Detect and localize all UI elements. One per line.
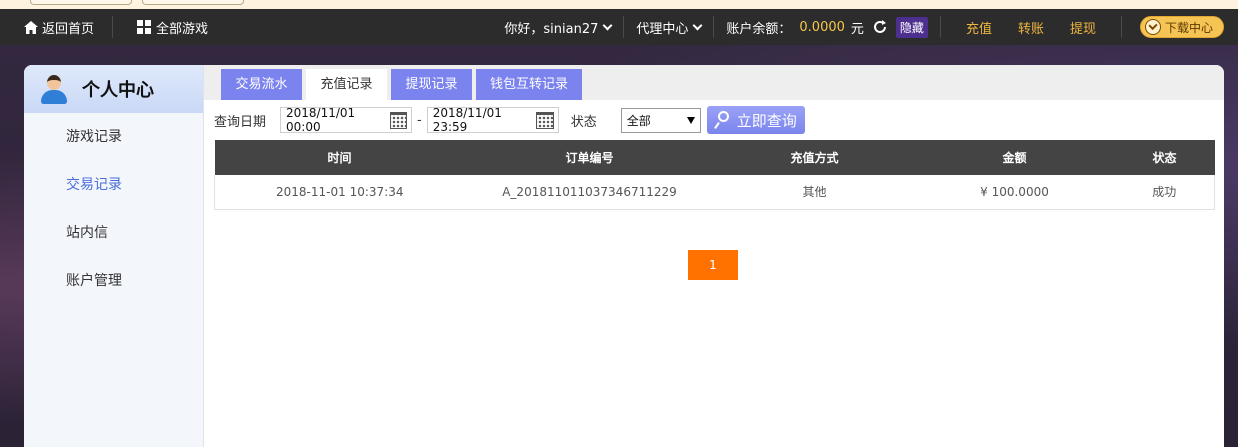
hide-balance-button[interactable]: 隐藏 (895, 16, 928, 38)
transfer-link[interactable]: 转账 (1018, 18, 1044, 37)
page-button-current[interactable]: 1 (688, 250, 738, 280)
date-label: 查询日期 (214, 114, 267, 130)
dropdown-arrow-icon (686, 116, 695, 124)
query-button-label: 立即查询 (736, 111, 797, 130)
download-center-button[interactable]: 下载中心 (1139, 16, 1224, 38)
top-strip-tab (142, 0, 244, 5)
refresh-icon[interactable] (872, 19, 888, 35)
divider (713, 16, 715, 38)
withdraw-link[interactable]: 提现 (1070, 18, 1096, 37)
balance-display: 账户余额： 0.0000 元 隐藏 (726, 16, 928, 38)
search-icon (715, 111, 731, 129)
recharge-link[interactable]: 充值 (966, 18, 992, 37)
tab-withdraw-records[interactable]: 提现记录 (391, 69, 472, 100)
divider (1120, 16, 1122, 38)
tab-transaction-flow[interactable]: 交易流水 (221, 69, 302, 100)
table-header-row: 时间 订单编号 充值方式 金额 状态 (214, 140, 1215, 175)
pagination: 1 (688, 250, 738, 280)
all-games-label: 全部游戏 (156, 21, 209, 37)
top-strip (0, 0, 1238, 9)
sidebar-item-transaction-records[interactable]: 交易记录 (24, 161, 203, 209)
home-link-label: 返回首页 (42, 21, 95, 37)
table-row: 2018-11-01 10:37:34 A_201811011037346711… (214, 175, 1215, 210)
sidebar-title: 个人中心 (82, 80, 154, 101)
sidebar-item-messages[interactable]: 站内信 (24, 209, 203, 257)
filter-bar: 查询日期 2018/11/01 00:00 - 2018/11/01 23:59… (214, 105, 1214, 135)
agent-center-label: 代理中心 (636, 21, 689, 37)
date-separator: - (417, 112, 422, 128)
sidebar: 个人中心 游戏记录 交易记录 站内信 账户管理 (24, 65, 204, 447)
calendar-icon[interactable] (389, 111, 408, 129)
end-date-input[interactable]: 2018/11/01 23:59 (426, 106, 559, 134)
download-icon (1144, 19, 1161, 35)
status-select-value: 全部 (626, 113, 651, 128)
sidebar-item-game-records[interactable]: 游戏记录 (24, 113, 203, 161)
start-date-input[interactable]: 2018/11/01 00:00 (280, 106, 413, 134)
cell-amount: ¥ 100.0000 (914, 175, 1115, 210)
divider (112, 16, 114, 38)
grid-icon (137, 20, 152, 34)
cell-recharge-method: 其他 (714, 175, 915, 210)
records-table: 时间 订单编号 充值方式 金额 状态 2018-11-01 10:37:34 A… (214, 140, 1215, 210)
column-header-order-number: 订单编号 (464, 140, 715, 175)
balance-unit: 元 (850, 21, 864, 37)
cell-status: 成功 (1114, 175, 1215, 210)
start-date-value: 2018/11/01 00:00 (286, 106, 356, 134)
tab-bar: 交易流水 充值记录 提现记录 钱包互转记录 (204, 65, 1224, 100)
user-avatar-icon (40, 74, 68, 104)
cell-order-number: A_201811011037346711229 (464, 175, 715, 210)
query-button[interactable]: 立即查询 (706, 106, 805, 134)
column-header-status: 状态 (1114, 140, 1215, 175)
balance-amount: 0.0000 (799, 19, 845, 35)
sidebar-item-account-management[interactable]: 账户管理 (24, 257, 203, 305)
tab-recharge-records[interactable]: 充值记录 (306, 69, 387, 100)
balance-label: 账户余额： (726, 21, 792, 37)
top-strip-tab (30, 0, 132, 5)
status-label: 状态 (570, 114, 597, 130)
main-panel: 个人中心 游戏记录 交易记录 站内信 账户管理 交易流水 充值记录 提现记录 钱… (24, 65, 1224, 447)
agent-center-menu[interactable]: 代理中心 (636, 18, 703, 37)
user-menu[interactable]: 你好，sinian27 (504, 18, 613, 37)
sidebar-header: 个人中心 (24, 65, 203, 113)
status-select[interactable]: 全部 (620, 107, 701, 133)
all-games-link[interactable]: 全部游戏 (137, 18, 208, 37)
cell-time: 2018-11-01 10:37:34 (214, 175, 465, 210)
greeting: 你好，sinian27 (504, 21, 599, 37)
chevron-down-icon (692, 20, 703, 30)
calendar-icon[interactable] (536, 111, 554, 129)
divider (939, 16, 941, 38)
column-header-time: 时间 (214, 140, 465, 175)
content-area: 交易流水 充值记录 提现记录 钱包互转记录 查询日期 2018/11/01 00… (204, 65, 1224, 447)
end-date-value: 2018/11/01 23:59 (432, 106, 502, 134)
home-link[interactable]: 返回首页 (24, 18, 94, 37)
divider (623, 16, 625, 38)
sidebar-menu: 游戏记录 交易记录 站内信 账户管理 (24, 113, 203, 305)
download-center-label: 下载中心 (1164, 20, 1213, 35)
chevron-down-icon (602, 20, 613, 30)
column-header-amount: 金额 (914, 140, 1115, 175)
column-header-recharge-method: 充值方式 (714, 140, 915, 175)
top-nav-bar: 返回首页 全部游戏 你好，sinian27 代理中心 账户余额： 0.0000 … (0, 9, 1238, 45)
home-icon (24, 20, 38, 34)
tab-wallet-transfer-records[interactable]: 钱包互转记录 (476, 69, 582, 100)
